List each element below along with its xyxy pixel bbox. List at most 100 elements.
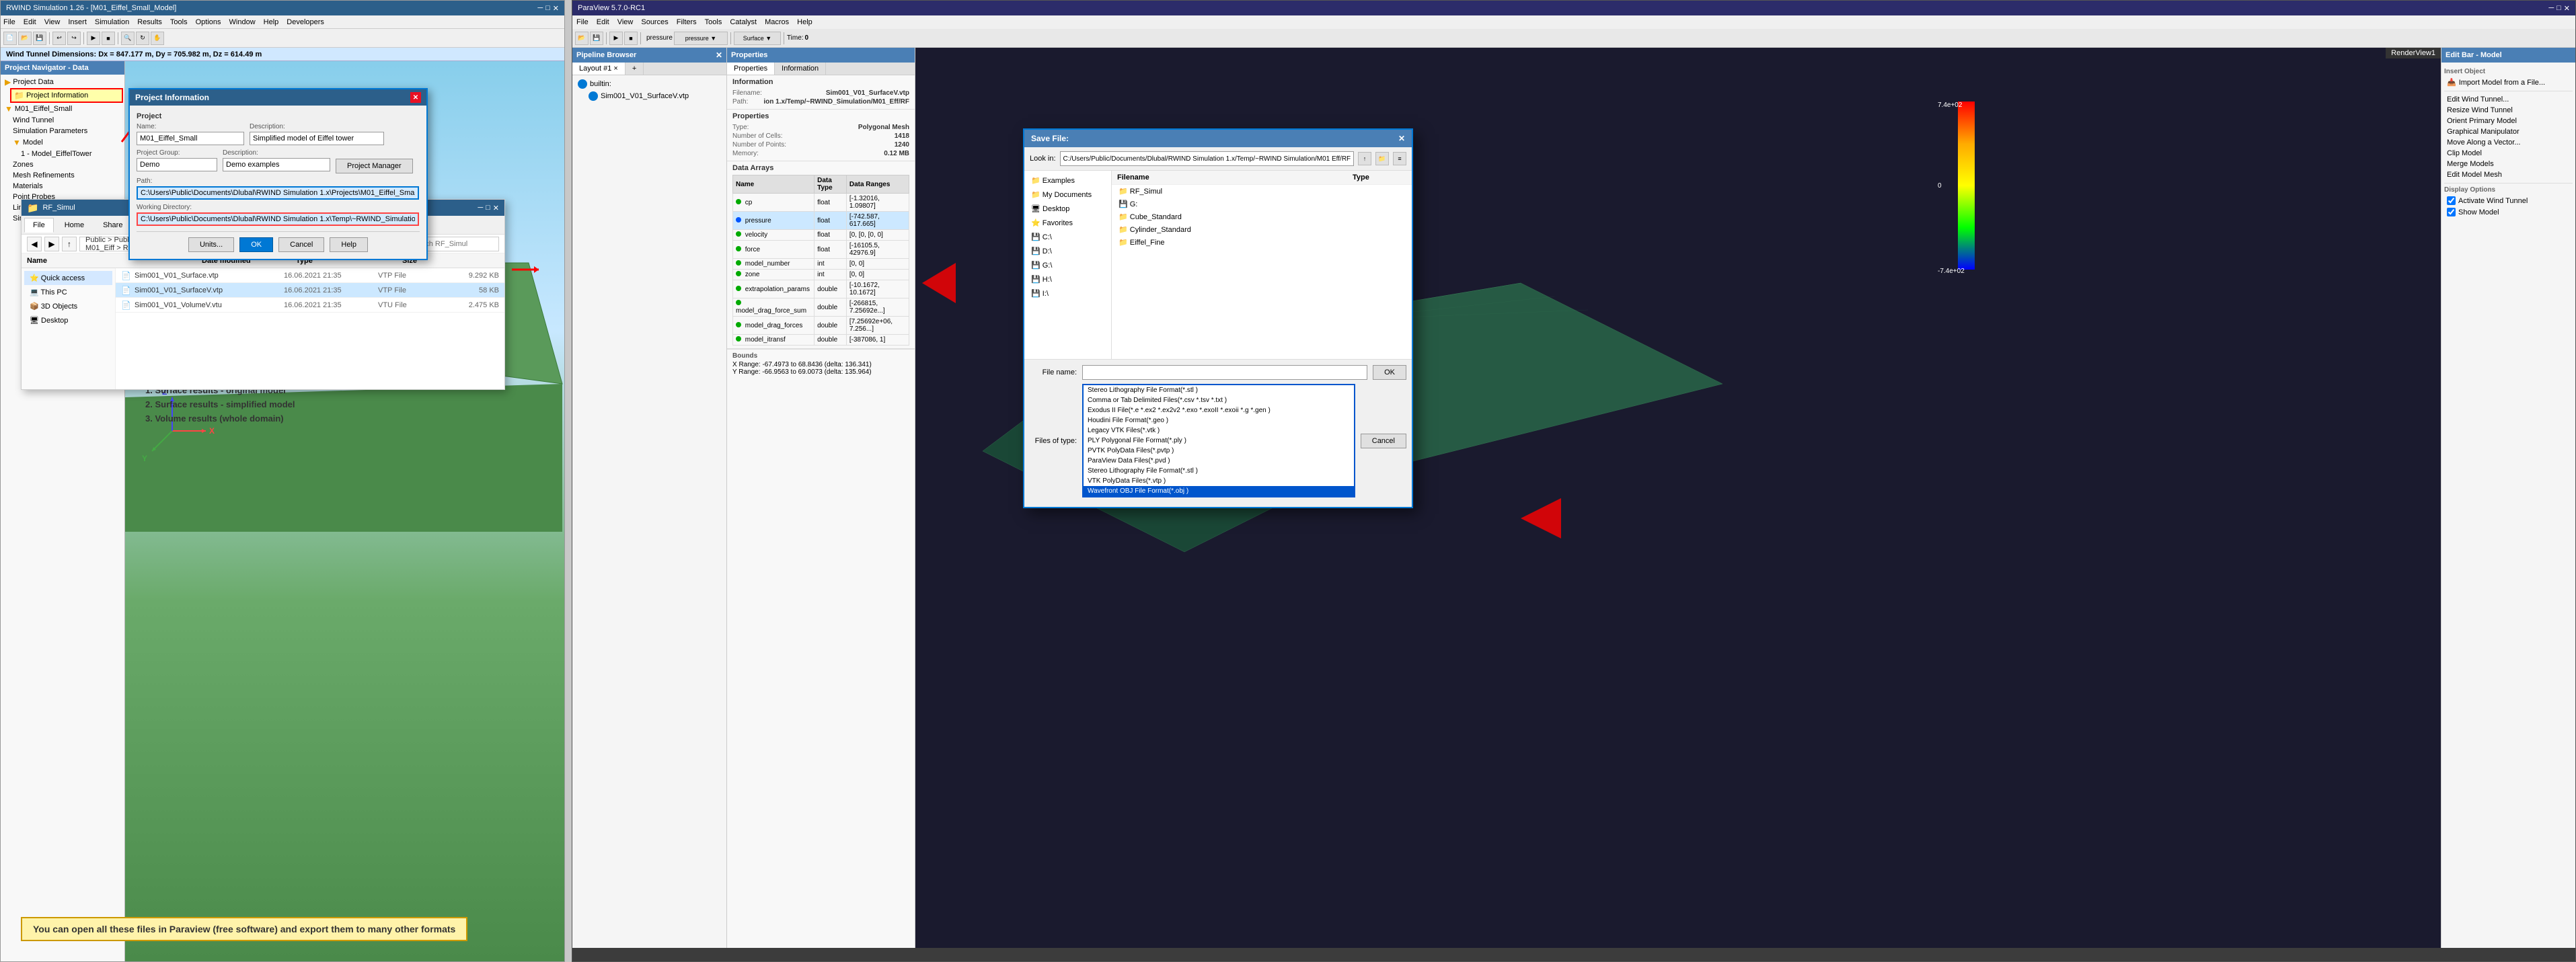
sidebar-quick-access[interactable]: ⭐ Quick access [24, 271, 112, 285]
menu-developers[interactable]: Developers [287, 18, 324, 26]
exp-maximize[interactable]: □ [486, 204, 490, 212]
pv-menu-view[interactable]: View [617, 18, 634, 26]
pv-close[interactable]: ✕ [2564, 4, 2570, 13]
nav-model-group[interactable]: ▼ M01_Eiffel_Small [2, 103, 123, 115]
data-array-row-0[interactable]: cp float [-1.32016, 1.09807] [733, 194, 909, 212]
data-array-row-1[interactable]: pressure float [-742.587, 617.665] [733, 212, 909, 230]
activate-wind-tunnel-btn[interactable]: Activate Wind Tunnel [2444, 195, 2573, 206]
group-desc-input[interactable] [223, 158, 330, 171]
nav-materials[interactable]: Materials [10, 181, 123, 192]
undo-btn[interactable]: ↩ [52, 32, 66, 45]
pv-maximize[interactable]: □ [2556, 4, 2561, 13]
edit-mesh-btn[interactable]: Edit Model Mesh [2444, 169, 2573, 180]
data-array-row-7[interactable]: model_drag_force_sum double [-266815, 7.… [733, 298, 909, 317]
pv-stop-btn[interactable]: ■ [624, 32, 638, 45]
file-row-3[interactable]: 📄 Sim001_V01_VolumeV.vtu 16.06.2021 21:3… [116, 298, 504, 313]
gfx-manip-btn[interactable]: Graphical Manipulator [2444, 126, 2573, 137]
pv-menu-macros[interactable]: Macros [765, 18, 789, 26]
save-sidebar-i[interactable]: 💾 I:\ [1027, 286, 1108, 300]
save-file-g[interactable]: 💾 G: [1112, 198, 1412, 210]
help-btn[interactable]: Help [330, 237, 368, 252]
nav-sim-params[interactable]: Simulation Parameters [10, 126, 123, 136]
pv-minimize[interactable]: ─ [2548, 4, 2554, 13]
render-view[interactable]: RenderView1 [915, 48, 2441, 948]
exp-tab-file[interactable]: File [24, 218, 54, 233]
nav-mesh-ref[interactable]: Mesh Refinements [10, 170, 123, 181]
run-btn[interactable]: ▶ [87, 32, 100, 45]
edit-wind-tunnel-btn[interactable]: Edit Wind Tunnel... [2444, 94, 2573, 105]
ft-vtk[interactable]: Legacy VTK Files(*.vtk ) [1084, 426, 1354, 436]
pv-open-btn[interactable]: 📂 [575, 32, 589, 45]
cancel-btn[interactable]: Cancel [278, 237, 324, 252]
ok-btn[interactable]: OK [239, 237, 273, 252]
save-cancel-btn[interactable]: Cancel [1361, 434, 1406, 448]
sidebar-this-pc[interactable]: 💻 This PC [24, 285, 112, 299]
open-btn[interactable]: 📂 [18, 32, 32, 45]
nav-model[interactable]: ▼ Model [10, 136, 123, 149]
name-input[interactable] [137, 132, 244, 145]
file-row-2[interactable]: 📄 Sim001_V01_SurfaceV.vtp 16.06.2021 21:… [116, 283, 504, 298]
forward-btn[interactable]: ▶ [44, 237, 59, 251]
menu-insert[interactable]: Insert [68, 18, 87, 26]
pv-menu-file[interactable]: File [576, 18, 589, 26]
pipeline-item-surface[interactable]: Sim001_V01_SurfaceV.vtp [586, 90, 724, 102]
sidebar-3d-objects[interactable]: 📦 3D Objects [24, 299, 112, 313]
nav-zones[interactable]: Zones [10, 159, 123, 170]
minimize-btn[interactable]: ─ [537, 4, 543, 13]
menu-edit[interactable]: Edit [24, 18, 36, 26]
maximize-btn[interactable]: □ [545, 4, 550, 13]
ft-exodus[interactable]: Exodus II File(*.e *.ex2 *.ex2v2 *.exo *… [1084, 405, 1354, 415]
zoom-btn[interactable]: 🔍 [121, 32, 135, 45]
save-file-rf-simul[interactable]: 📁 RF_Simul [1112, 185, 1412, 198]
tab-layout1[interactable]: Layout #1 × [572, 63, 626, 75]
pv-surface-select[interactable]: Surface ▼ [734, 32, 781, 45]
save-filename-input[interactable] [1082, 365, 1367, 380]
data-array-row-9[interactable]: model_itransf double [-387086, 1] [733, 335, 909, 346]
tab-information[interactable]: Information [775, 63, 826, 75]
show-model-btn[interactable]: Show Model [2444, 206, 2573, 218]
nav-project-data[interactable]: ▶ Project Data [2, 76, 123, 88]
pv-menu-filters[interactable]: Filters [677, 18, 697, 26]
tab-add[interactable]: + [626, 63, 644, 75]
save-ok-btn[interactable]: OK [1373, 365, 1406, 380]
project-manager-btn[interactable]: Project Manager [336, 159, 413, 173]
ft-stl2[interactable]: Stereo Lithography File Format(*.stl ) [1084, 466, 1354, 476]
units-btn[interactable]: Units... [188, 237, 234, 252]
save-dialog-close[interactable]: ✕ [1398, 134, 1405, 143]
look-in-up[interactable]: ↑ [1358, 152, 1371, 165]
data-array-row-8[interactable]: model_drag_forces double [7.25692e+06, 7… [733, 317, 909, 335]
look-in-path-input[interactable] [1060, 151, 1354, 166]
redo-btn[interactable]: ↪ [67, 32, 81, 45]
look-in-new[interactable]: 📁 [1375, 152, 1389, 165]
nav-wind-tunnel[interactable]: Wind Tunnel [10, 115, 123, 126]
ft-pvd[interactable]: ParaView Data Files(*.pvd ) [1084, 456, 1354, 466]
workdir-input[interactable] [137, 212, 419, 226]
show-model-checkbox[interactable] [2447, 208, 2456, 216]
ft-csv[interactable]: Comma or Tab Delimited Files(*.csv *.tsv… [1084, 395, 1354, 405]
import-model-btn[interactable]: 📥 Import Model from a File... [2444, 77, 2573, 88]
save-sidebar-h[interactable]: 💾 H:\ [1027, 272, 1108, 286]
filetype-list[interactable]: Stereo Lithography File Format(*.stl ) C… [1082, 384, 1355, 497]
save-file-cylinder[interactable]: 📁 Cylinder_Standard [1112, 223, 1412, 236]
save-sidebar-g[interactable]: 💾 G:\ [1027, 258, 1108, 272]
group-input[interactable] [137, 158, 217, 171]
pipeline-item-builtin[interactable]: builtin: [575, 78, 724, 90]
nav-project-info[interactable]: 📁 Project Information [10, 88, 123, 103]
exp-tab-home[interactable]: Home [56, 218, 92, 232]
menu-options[interactable]: Options [196, 18, 221, 26]
tab-properties[interactable]: Properties [727, 63, 775, 75]
move-vector-btn[interactable]: Move Along a Vector... [2444, 137, 2573, 148]
new-btn[interactable]: 📄 [3, 32, 17, 45]
menu-tools[interactable]: Tools [170, 18, 188, 26]
menu-help[interactable]: Help [264, 18, 279, 26]
data-array-row-2[interactable]: velocity float [0, [0, [0, 0] [733, 230, 909, 241]
save-btn[interactable]: 💾 [33, 32, 46, 45]
pv-save-btn[interactable]: 💾 [590, 32, 603, 45]
pv-menu-sources[interactable]: Sources [641, 18, 668, 26]
menu-file[interactable]: File [3, 18, 15, 26]
exp-close[interactable]: ✕ [493, 204, 499, 212]
resize-wind-tunnel-btn[interactable]: Resize Wind Tunnel [2444, 105, 2573, 116]
save-sidebar-examples[interactable]: 📁 Examples [1027, 173, 1108, 188]
menu-window[interactable]: Window [229, 18, 256, 26]
menu-results[interactable]: Results [137, 18, 162, 26]
